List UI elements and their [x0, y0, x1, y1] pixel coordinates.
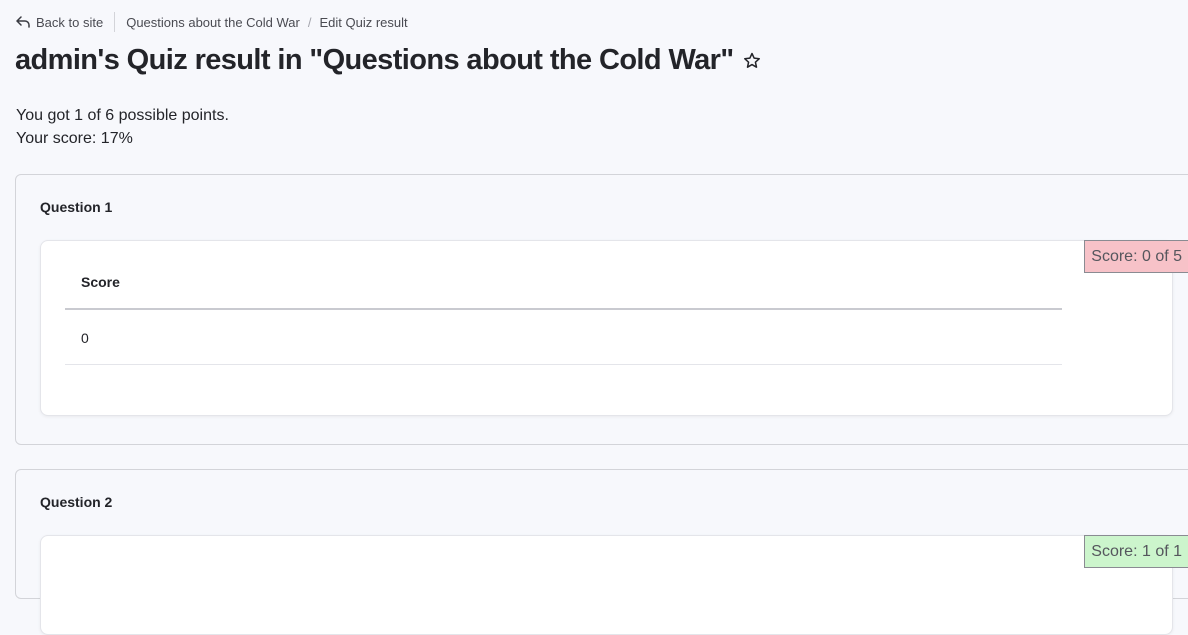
question-answer-panel — [40, 535, 1173, 635]
result-summary: You got 1 of 6 possible points. Your sco… — [16, 104, 229, 150]
table-row: 0 — [65, 309, 1062, 365]
question-card: Question 1 Score 0 Score: 0 of 5 — [15, 174, 1188, 445]
question-title: Question 2 — [40, 494, 113, 510]
star-outline-icon — [743, 52, 760, 68]
question-title: Question 1 — [40, 199, 113, 215]
breadcrumb-current: Edit Quiz result — [319, 14, 408, 30]
breadcrumb: Back to site Questions about the Cold Wa… — [16, 12, 408, 32]
table-cell-score: 0 — [65, 309, 1062, 365]
page-title-row: admin's Quiz result in "Questions about … — [15, 44, 762, 77]
points-text: You got 1 of 6 possible points. — [16, 107, 229, 124]
score-badge: Score: 1 of 1 — [1084, 535, 1188, 568]
breadcrumb-separator: / — [307, 14, 312, 30]
back-to-site-label: Back to site — [36, 14, 104, 30]
question-answer-panel: Score 0 — [40, 240, 1173, 416]
score-badge: Score: 0 of 5 — [1084, 240, 1188, 273]
breadcrumb-divider — [114, 12, 116, 32]
back-arrow-icon — [16, 16, 30, 28]
question-card: Question 2 Score: 1 of 1 — [15, 469, 1188, 635]
page-title: admin's Quiz result in "Questions about … — [15, 44, 734, 76]
table-header-score: Score — [65, 264, 1062, 310]
score-text: Your score: 17% — [16, 130, 133, 147]
back-to-site-link[interactable]: Back to site — [16, 15, 103, 30]
score-table: Score 0 — [65, 264, 1062, 365]
breadcrumb-quiz-link[interactable]: Questions about the Cold War — [126, 15, 300, 30]
table-header-row: Score — [65, 264, 1062, 310]
favorite-button[interactable] — [742, 51, 762, 71]
